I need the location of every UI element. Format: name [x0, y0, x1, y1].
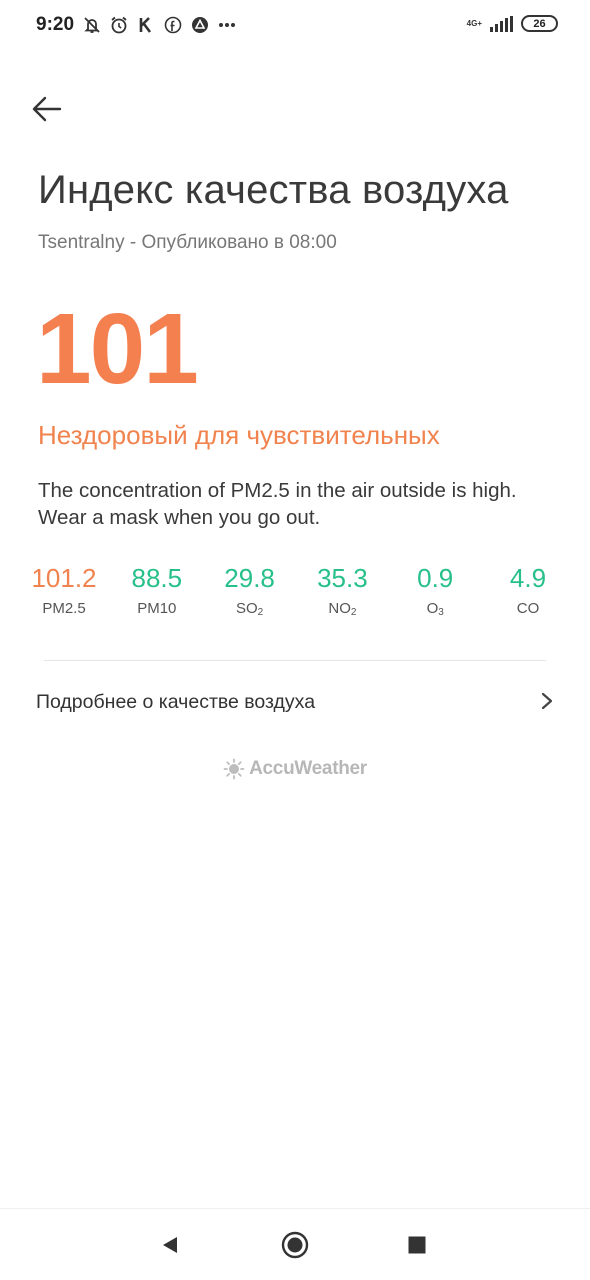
page-title: Индекс качества воздуха	[38, 168, 509, 212]
battery-level: 26	[533, 17, 546, 30]
more-dots-icon	[217, 15, 237, 35]
pollutant-value: 88.5	[131, 563, 183, 593]
battery-icon: 26	[521, 15, 558, 32]
location-published-time: Tsentralny - Опубликовано в 08:00	[38, 232, 337, 253]
pollutant-value: 4.9	[509, 563, 547, 593]
nav-back-button[interactable]	[154, 1229, 186, 1261]
air-quality-details-link[interactable]: Подробнее о качестве воздуха	[0, 672, 590, 732]
notification-icons	[82, 15, 237, 35]
circle-home-icon	[281, 1231, 309, 1259]
status-time: 9:20	[36, 14, 75, 35]
pollutant-o3: 0.9 O3	[399, 562, 471, 618]
pollutant-label: PM10	[137, 600, 177, 617]
triangle-back-icon	[163, 1237, 177, 1253]
alarm-icon	[109, 15, 129, 35]
status-bar: 9:20 4G+ 26	[0, 0, 590, 52]
pollutant-label: PM2.5	[42, 600, 86, 617]
aqi-category: Нездоровый для чувствительных	[38, 420, 440, 450]
pollutant-label: O3	[426, 600, 444, 618]
aqi-value: 101	[36, 293, 199, 405]
pollutant-value: 35.3	[317, 563, 368, 593]
back-button[interactable]	[30, 92, 70, 126]
divider	[44, 660, 546, 661]
nav-recents-button[interactable]	[401, 1229, 433, 1261]
square-recents-icon	[408, 1236, 426, 1254]
provider-attribution: AccuWeather	[0, 758, 590, 780]
network-type: 4G+	[466, 18, 482, 28]
pollutant-value: 0.9	[417, 563, 454, 593]
nav-home-button[interactable]	[279, 1229, 311, 1261]
signal-strength-icon	[490, 15, 513, 32]
muted-bell-icon	[82, 15, 102, 35]
pollutant-co: 4.9 CO	[492, 562, 564, 618]
pollutant-so2: 29.8 SO2	[214, 562, 286, 618]
pollutant-pm10: 88.5 PM10	[121, 562, 193, 618]
pollutant-list: 101.2 PM2.5 88.5 PM10 29.8 SO2 35.3 NO2 …	[28, 562, 564, 618]
arrow-left-icon	[32, 96, 62, 122]
facebook-icon	[163, 15, 183, 35]
pollutant-label: SO2	[235, 600, 264, 618]
air-quality-details-label: Подробнее о качестве воздуха	[36, 691, 316, 713]
pollutant-pm25: 101.2 PM2.5	[28, 562, 100, 618]
sun-icon	[223, 758, 245, 780]
aqi-description: The concentration of PM2.5 in the air ou…	[38, 479, 517, 529]
pollutant-value: 101.2	[31, 563, 97, 593]
pollutant-label: NO2	[328, 600, 357, 618]
k-app-icon	[136, 15, 156, 35]
system-icons: 4G+ 26	[467, 15, 558, 32]
app-triangle-icon	[190, 15, 210, 35]
pollutant-no2: 35.3 NO2	[306, 562, 378, 618]
system-navigation-bar	[0, 1208, 590, 1280]
pollutant-label: CO	[516, 600, 540, 617]
provider-name: AccuWeather	[249, 758, 367, 779]
chevron-right-icon	[541, 692, 553, 710]
pollutant-value: 29.8	[224, 563, 275, 593]
